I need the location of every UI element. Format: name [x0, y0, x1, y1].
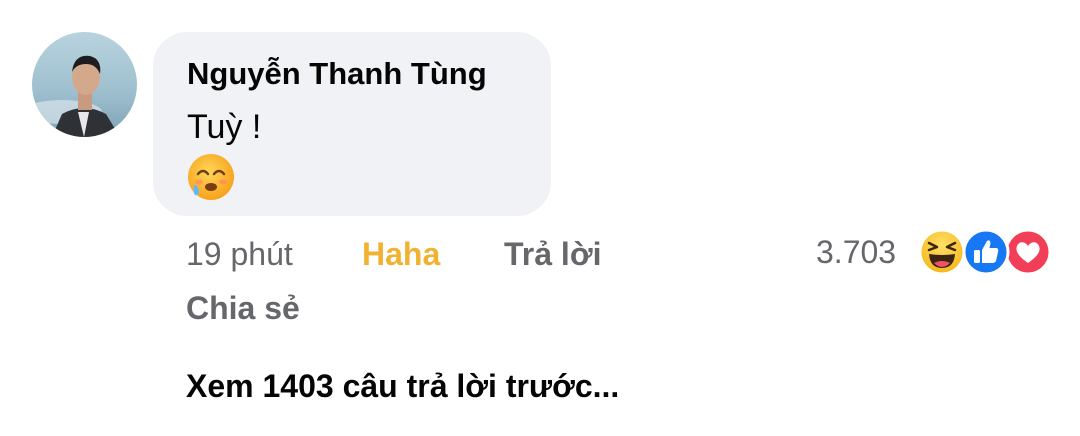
- reaction-count[interactable]: 3.703: [816, 234, 896, 271]
- avatar-image: [32, 55, 120, 137]
- avatar[interactable]: [32, 32, 137, 137]
- share-button[interactable]: Chia sẻ: [186, 290, 300, 327]
- comment-bubble: Nguyễn Thanh Tùng Tuỳ !: [153, 32, 551, 216]
- reply-button[interactable]: Trả lời: [504, 236, 601, 273]
- face-holding-back-tears-icon: [188, 154, 234, 200]
- like-icon: [962, 228, 1010, 276]
- comment-thread: Nguyễn Thanh Tùng Tuỳ ! 19 phút Haha Trả…: [0, 0, 1080, 436]
- reaction-button[interactable]: Haha: [362, 236, 440, 273]
- comment-timestamp[interactable]: 19 phút: [186, 236, 293, 273]
- love-icon: [1004, 228, 1052, 276]
- view-previous-replies-link[interactable]: Xem 1403 câu trả lời trước...: [186, 368, 619, 405]
- reaction-summary[interactable]: [918, 228, 1052, 278]
- comment-author[interactable]: Nguyễn Thanh Tùng: [187, 56, 487, 92]
- haha-icon: [918, 228, 966, 276]
- comment-text: Tuỳ !: [187, 108, 262, 146]
